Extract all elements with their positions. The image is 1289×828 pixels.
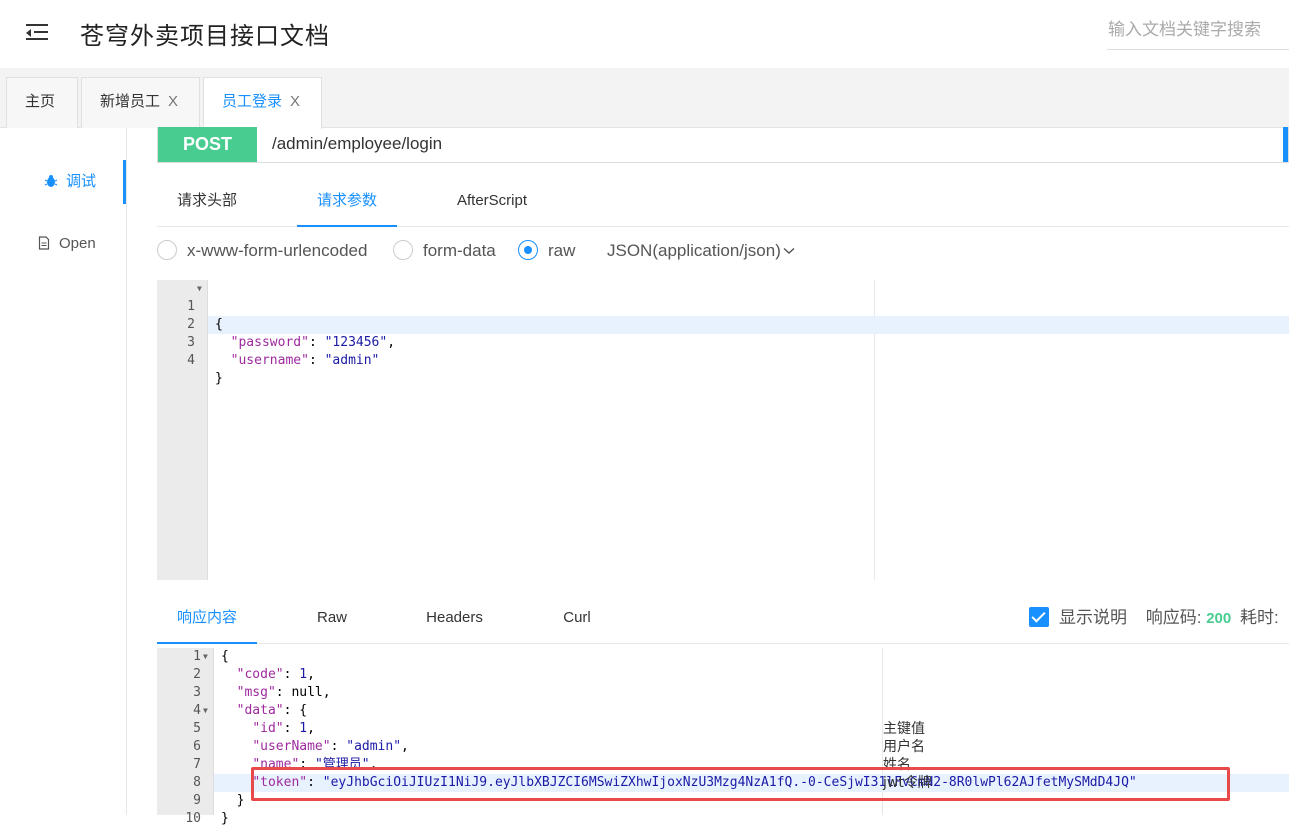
code-line: 4 ▼ "data": { xyxy=(157,702,1289,720)
line-number: 5 xyxy=(193,721,201,736)
note-username: 用户名 xyxy=(883,739,925,755)
line-number: 7 xyxy=(193,757,201,772)
sidebar-item-label: 调试 xyxy=(66,173,97,190)
note-id: 主键值 xyxy=(883,721,925,737)
tab-curl[interactable]: Curl xyxy=(547,595,607,644)
fold-icon[interactable]: ▼ xyxy=(203,702,208,720)
send-button-edge[interactable] xyxy=(1283,127,1288,162)
radio-circle[interactable] xyxy=(157,240,177,260)
code-line: 2 "code": 1, xyxy=(157,666,1289,684)
code-line: 3 "username": "admin" xyxy=(157,316,1289,368)
tab-bar: 主页 新增员工 X 员工登录 X xyxy=(0,68,1289,129)
code-text: "username": "admin" xyxy=(230,353,380,368)
status-code: 200 xyxy=(1206,610,1232,627)
line-number: 4 xyxy=(187,353,195,368)
code-text: } xyxy=(221,793,245,808)
status-label: 响应码: xyxy=(1145,608,1202,627)
request-body-editor[interactable]: 1 ▼ { 2 "password": "123456", 3 "username… xyxy=(157,280,1289,580)
code-line: 3 "msg": null, xyxy=(157,684,1289,702)
tab-request-params[interactable]: 请求参数 xyxy=(297,178,397,227)
bug-icon xyxy=(44,175,58,187)
url-input[interactable]: /admin/employee/login xyxy=(272,127,442,160)
highlight-box xyxy=(251,767,1230,801)
code-text: { xyxy=(221,649,229,664)
tab-add-employee[interactable]: 新增员工 X xyxy=(81,77,200,128)
code-text: } xyxy=(221,811,229,826)
line-number: 3 xyxy=(193,685,201,700)
document-icon xyxy=(38,236,50,250)
close-icon[interactable]: X xyxy=(168,93,178,110)
menu-toggle-icon[interactable] xyxy=(26,22,48,42)
radio-label: form-data xyxy=(423,241,496,260)
response-meta: 显示说明 响应码: 200 耗时: xyxy=(1029,603,1279,633)
code-line: 1 ▼ { xyxy=(157,280,1289,332)
code-text: "msg": null, xyxy=(236,685,331,700)
tab-home[interactable]: 主页 xyxy=(6,77,78,128)
close-icon[interactable]: X xyxy=(290,93,300,110)
code-line: 10} xyxy=(157,810,1289,828)
url-bar: POST /admin/employee/login xyxy=(157,127,1289,163)
tab-raw[interactable]: Raw xyxy=(297,595,367,644)
code-text: "data": { xyxy=(236,703,308,718)
line-number: 4 xyxy=(193,703,201,718)
line-number: 2 xyxy=(193,667,201,682)
tab-employee-login[interactable]: 员工登录 X xyxy=(203,77,322,129)
radio-form-data[interactable]: form-data xyxy=(393,237,496,267)
code-line: 4 } xyxy=(157,334,1289,386)
line-number: 6 xyxy=(193,739,201,754)
radio-label: raw xyxy=(548,241,576,260)
tab-label: 员工登录 xyxy=(222,93,283,110)
code-line: 2 "password": "123456", xyxy=(157,298,1289,350)
sidebar-item-label: Open xyxy=(59,235,96,252)
fold-icon[interactable]: ▼ xyxy=(197,280,202,298)
line-number: 9 xyxy=(193,793,201,808)
tab-label: 新增员工 xyxy=(100,93,161,110)
code-text: "code": 1, xyxy=(236,667,315,682)
chevron-down-icon xyxy=(783,247,795,254)
content-type-select[interactable]: JSON(application/json) xyxy=(607,237,795,267)
tab-headers[interactable]: Headers xyxy=(412,595,497,644)
content-type-label: JSON(application/json) xyxy=(607,241,781,260)
radio-circle[interactable] xyxy=(393,240,413,260)
tab-label: 主页 xyxy=(25,93,56,110)
line-number: 8 xyxy=(193,775,201,790)
time-label: 耗时: xyxy=(1239,608,1279,627)
method-badge[interactable]: POST xyxy=(158,127,257,162)
code-line: 1 ▼ { xyxy=(157,648,1289,666)
code-text: "userName": "admin", xyxy=(252,739,409,754)
fold-icon[interactable]: ▼ xyxy=(203,648,208,666)
radio-label: x-www-form-urlencoded xyxy=(187,241,368,260)
search-input[interactable]: 输入文档关键字搜索 xyxy=(1107,16,1289,50)
active-indicator xyxy=(123,160,126,204)
tab-request-headers[interactable]: 请求头部 xyxy=(157,178,257,227)
show-description-label: 显示说明 xyxy=(1059,608,1127,627)
radio-circle-checked[interactable] xyxy=(518,240,538,260)
code-text: } xyxy=(215,371,223,386)
code-line: 5 "id": 1, xyxy=(157,720,1289,738)
radio-raw[interactable]: raw xyxy=(518,237,575,267)
line-number: 10 xyxy=(185,811,201,826)
code-text: "id": 1, xyxy=(252,721,315,736)
code-line: 6 "userName": "admin", xyxy=(157,738,1289,756)
app-header: 苍穹外卖项目接口文档 输入文档关键字搜索 xyxy=(0,0,1289,68)
sidebar-item-open[interactable]: Open xyxy=(0,222,127,266)
request-tabs: 请求头部 请求参数 AfterScript xyxy=(157,178,1289,227)
radio-urlencoded[interactable]: x-www-form-urlencoded xyxy=(157,237,367,267)
show-description-checkbox[interactable] xyxy=(1029,607,1049,627)
line-number: 1 xyxy=(193,649,201,664)
tab-afterscript[interactable]: AfterScript xyxy=(437,178,547,227)
tab-response-content[interactable]: 响应内容 xyxy=(157,595,257,644)
app-title: 苍穹外卖项目接口文档 xyxy=(80,23,330,50)
sidebar-item-debug[interactable]: 调试 xyxy=(0,160,127,204)
